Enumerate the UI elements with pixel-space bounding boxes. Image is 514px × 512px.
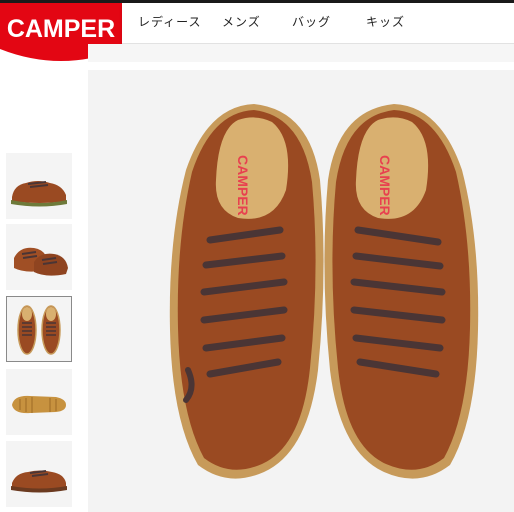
left-insole-logo: CAMPER xyxy=(235,155,251,216)
thumbnail-inner-side-view[interactable] xyxy=(6,441,72,507)
right-insole-logo: CAMPER xyxy=(377,155,393,216)
thumbnail-top-view[interactable] xyxy=(6,296,72,362)
nav-item-ladies[interactable]: レディース xyxy=(138,13,202,30)
right-shoe: CAMPER xyxy=(324,104,479,479)
left-shoe: CAMPER xyxy=(169,104,324,479)
brand-wordmark: CAMPER xyxy=(7,15,115,43)
thumbnail-side-view[interactable] xyxy=(6,153,72,219)
sub-header-bar xyxy=(88,44,514,62)
nav-item-mens[interactable]: メンズ xyxy=(222,13,261,30)
main-product-image: CAMPER CAMPER xyxy=(88,70,514,512)
thumbnail-gallery xyxy=(0,64,80,512)
nav-item-kids[interactable]: キッズ xyxy=(366,13,405,30)
thumbnail-sole-view[interactable] xyxy=(6,369,72,435)
main-navigation: レディース メンズ バッグ キッズ xyxy=(122,3,514,44)
nav-item-bags[interactable]: バッグ xyxy=(292,13,331,30)
thumbnail-pair-view[interactable] xyxy=(6,224,72,290)
